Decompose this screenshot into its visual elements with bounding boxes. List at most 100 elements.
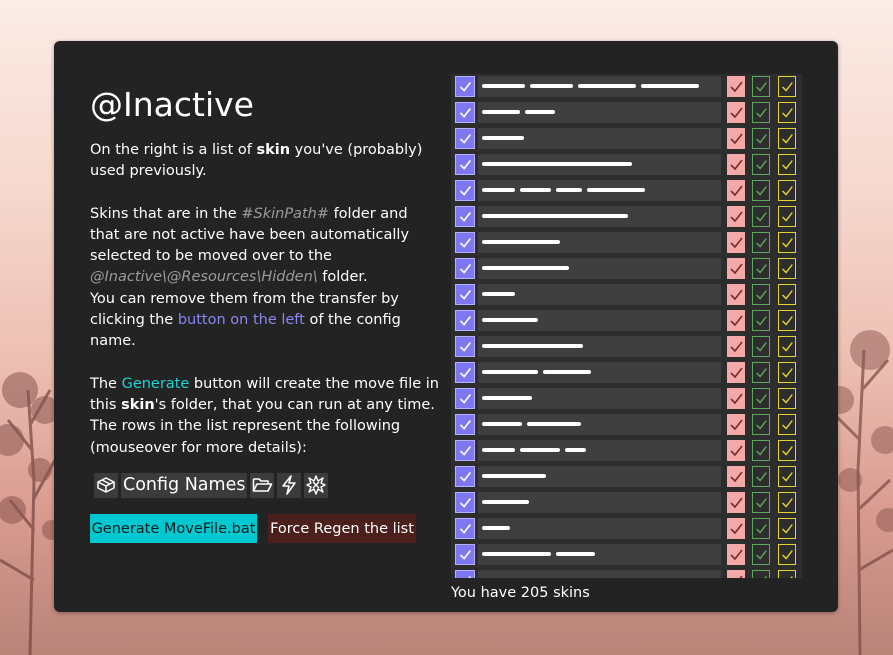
skin-row[interactable] (451, 334, 802, 360)
yellow-check-icon[interactable] (778, 544, 796, 565)
select-checkbox-icon[interactable] (455, 310, 475, 331)
config-name-field[interactable] (478, 388, 721, 409)
package-icon[interactable] (94, 472, 118, 498)
yellow-check-icon[interactable] (778, 258, 796, 279)
skin-row[interactable] (451, 178, 802, 204)
green-check-icon[interactable] (752, 440, 770, 461)
config-name-field[interactable] (478, 128, 721, 149)
red-check-icon[interactable] (727, 310, 745, 331)
config-name-field[interactable] (478, 414, 721, 435)
green-check-icon[interactable] (752, 206, 770, 227)
yellow-check-icon[interactable] (778, 336, 796, 357)
red-check-icon[interactable] (727, 102, 745, 123)
select-checkbox-icon[interactable] (455, 544, 475, 565)
config-name-field[interactable] (478, 206, 721, 227)
config-name-field[interactable] (478, 362, 721, 383)
green-check-icon[interactable] (752, 388, 770, 409)
red-check-icon[interactable] (727, 76, 745, 97)
select-checkbox-icon[interactable] (455, 180, 475, 201)
yellow-check-icon[interactable] (778, 414, 796, 435)
select-checkbox-icon[interactable] (455, 466, 475, 487)
select-checkbox-icon[interactable] (455, 258, 475, 279)
yellow-check-icon[interactable] (778, 128, 796, 149)
folder-icon[interactable] (250, 472, 275, 498)
green-check-icon[interactable] (752, 310, 770, 331)
green-check-icon[interactable] (752, 362, 770, 383)
select-checkbox-icon[interactable] (455, 518, 475, 539)
red-check-icon[interactable] (727, 518, 745, 539)
yellow-check-icon[interactable] (778, 570, 796, 578)
select-checkbox-icon[interactable] (455, 492, 475, 513)
red-check-icon[interactable] (727, 180, 745, 201)
select-checkbox-icon[interactable] (455, 362, 475, 383)
red-check-icon[interactable] (727, 336, 745, 357)
green-check-icon[interactable] (752, 76, 770, 97)
green-check-icon[interactable] (752, 128, 770, 149)
burst-icon[interactable] (304, 472, 329, 498)
skin-row[interactable] (451, 100, 802, 126)
skin-row[interactable] (451, 230, 802, 256)
green-check-icon[interactable] (752, 154, 770, 175)
config-name-field[interactable] (478, 544, 721, 565)
config-name-field[interactable] (478, 102, 721, 123)
skin-row[interactable] (451, 360, 802, 386)
config-name-field[interactable] (478, 570, 721, 578)
select-checkbox-icon[interactable] (455, 232, 475, 253)
skin-row[interactable] (451, 568, 802, 578)
red-check-icon[interactable] (727, 284, 745, 305)
yellow-check-icon[interactable] (778, 206, 796, 227)
config-name-field[interactable] (478, 310, 721, 331)
select-checkbox-icon[interactable] (455, 440, 475, 461)
red-check-icon[interactable] (727, 128, 745, 149)
select-checkbox-icon[interactable] (455, 570, 475, 578)
green-check-icon[interactable] (752, 258, 770, 279)
green-check-icon[interactable] (752, 336, 770, 357)
green-check-icon[interactable] (752, 518, 770, 539)
yellow-check-icon[interactable] (778, 154, 796, 175)
green-check-icon[interactable] (752, 492, 770, 513)
skin-row[interactable] (451, 308, 802, 334)
yellow-check-icon[interactable] (778, 180, 796, 201)
config-name-field[interactable] (478, 466, 721, 487)
select-checkbox-icon[interactable] (455, 336, 475, 357)
yellow-check-icon[interactable] (778, 362, 796, 383)
yellow-check-icon[interactable] (778, 492, 796, 513)
green-check-icon[interactable] (752, 102, 770, 123)
skin-row[interactable] (451, 412, 802, 438)
config-name-field[interactable] (478, 284, 721, 305)
config-name-field[interactable] (478, 258, 721, 279)
skin-row[interactable] (451, 490, 802, 516)
force-regen-button[interactable]: Force Regen the list (268, 514, 416, 543)
skin-row[interactable] (451, 256, 802, 282)
yellow-check-icon[interactable] (778, 518, 796, 539)
config-name-field[interactable] (478, 492, 721, 513)
select-checkbox-icon[interactable] (455, 388, 475, 409)
config-name-field[interactable] (478, 518, 721, 539)
select-checkbox-icon[interactable] (455, 206, 475, 227)
select-checkbox-icon[interactable] (455, 414, 475, 435)
red-check-icon[interactable] (727, 466, 745, 487)
select-checkbox-icon[interactable] (455, 76, 475, 97)
config-name-field[interactable] (478, 76, 721, 97)
skin-list[interactable] (451, 74, 802, 578)
generate-movefile-button[interactable]: Generate MoveFile.bat (90, 514, 257, 543)
skin-row[interactable] (451, 438, 802, 464)
config-name-field[interactable] (478, 180, 721, 201)
skin-row[interactable] (451, 204, 802, 230)
red-check-icon[interactable] (727, 232, 745, 253)
red-check-icon[interactable] (727, 258, 745, 279)
green-check-icon[interactable] (752, 466, 770, 487)
green-check-icon[interactable] (752, 284, 770, 305)
skin-row[interactable] (451, 542, 802, 568)
yellow-check-icon[interactable] (778, 440, 796, 461)
skin-row[interactable] (451, 386, 802, 412)
red-check-icon[interactable] (727, 362, 745, 383)
green-check-icon[interactable] (752, 544, 770, 565)
red-check-icon[interactable] (727, 206, 745, 227)
yellow-check-icon[interactable] (778, 232, 796, 253)
red-check-icon[interactable] (727, 492, 745, 513)
red-check-icon[interactable] (727, 154, 745, 175)
green-check-icon[interactable] (752, 232, 770, 253)
yellow-check-icon[interactable] (778, 466, 796, 487)
skin-row[interactable] (451, 126, 802, 152)
